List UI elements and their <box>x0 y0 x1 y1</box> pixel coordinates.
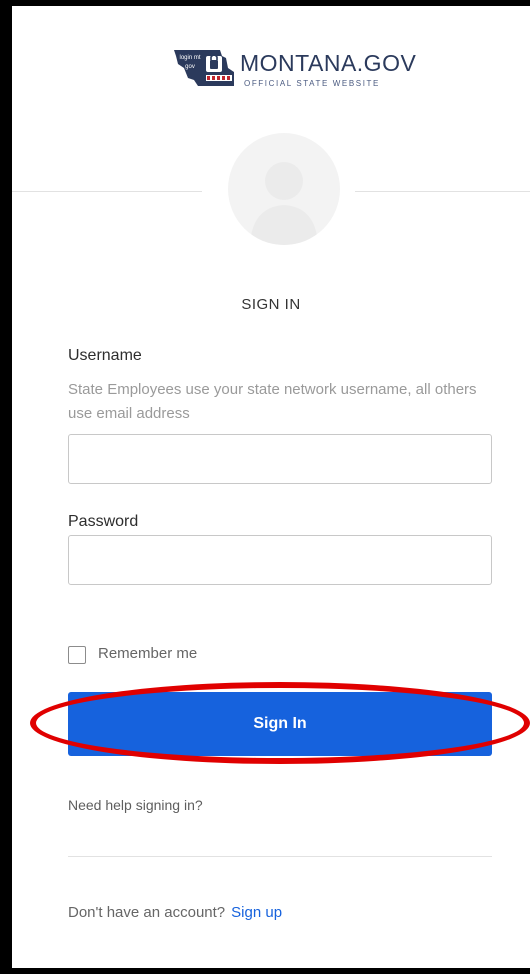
header-divider-left <box>12 191 202 192</box>
remember-me-label[interactable]: Remember me <box>98 645 197 662</box>
sign-in-button[interactable]: Sign In <box>68 692 492 756</box>
signup-prompt-text: Don't have an account? <box>68 904 226 921</box>
username-input[interactable] <box>68 434 492 484</box>
footer-separator <box>68 856 492 857</box>
user-silhouette-icon <box>250 162 318 245</box>
montana-gov-logo: login mt gov MONTANA.GOV OFFICIAL STATE … <box>172 46 432 96</box>
login-card: login mt gov MONTANA.GOV OFFICIAL STATE … <box>12 6 530 968</box>
header-divider-right <box>355 191 530 192</box>
sign-in-heading: SIGN IN <box>241 296 301 313</box>
sign-up-link[interactable]: Sign up <box>231 904 282 921</box>
logo-badge-text: login mt gov <box>179 55 201 70</box>
password-label: Password <box>68 513 139 530</box>
password-input[interactable] <box>68 535 492 585</box>
remember-me-checkbox[interactable] <box>68 646 86 664</box>
signup-prompt: Don't have an account? Sign up <box>68 904 282 921</box>
logo-subtitle: OFFICIAL STATE WEBSITE <box>244 79 380 88</box>
help-signing-in-link[interactable]: Need help signing in? <box>68 797 203 813</box>
username-label: Username <box>68 347 142 364</box>
user-avatar <box>228 133 340 245</box>
sign-in-button-label: Sign In <box>253 715 307 732</box>
username-hint: State Employees use your state network u… <box>68 381 477 422</box>
logo-title: MONTANA.GOV <box>240 50 417 76</box>
